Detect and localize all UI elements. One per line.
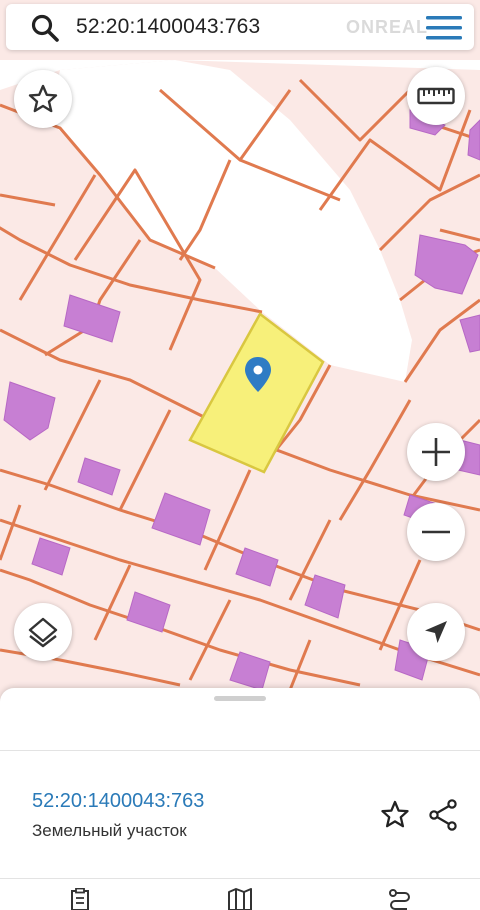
zoom-out-button[interactable] [407,503,465,561]
divider [0,878,480,879]
layers-icon [28,617,58,648]
parcel-number-link[interactable]: 52:20:1400043:763 [32,790,204,813]
search-input[interactable]: 52:20:1400043:763 [76,15,260,39]
ruler-icon [417,87,455,105]
star-icon [28,84,58,113]
route-icon[interactable] [388,888,412,910]
star-icon[interactable] [380,800,410,830]
minus-icon [422,530,450,534]
favorite-button[interactable] [14,70,72,128]
search-bar[interactable]: 52:20:1400043:763 ONREAL [6,4,474,50]
locate-button[interactable] [407,603,465,661]
brand-watermark: ONREAL [346,17,428,37]
search-icon[interactable] [30,13,60,43]
info-bottom-sheet[interactable]: 52:20:1400043:763 Земельный участок [0,688,480,910]
navigation-arrow-icon [425,621,447,643]
divider [0,750,480,751]
parcel-type-label: Земельный участок [32,821,187,840]
document-icon[interactable] [68,888,92,910]
drag-handle[interactable] [214,696,266,701]
ruler-button[interactable] [407,67,465,125]
plus-icon [422,438,450,466]
zoom-in-button[interactable] [407,423,465,481]
layers-button[interactable] [14,603,72,661]
share-icon[interactable] [428,799,458,831]
map-icon[interactable] [228,888,252,910]
hamburger-menu-icon[interactable] [424,15,464,41]
